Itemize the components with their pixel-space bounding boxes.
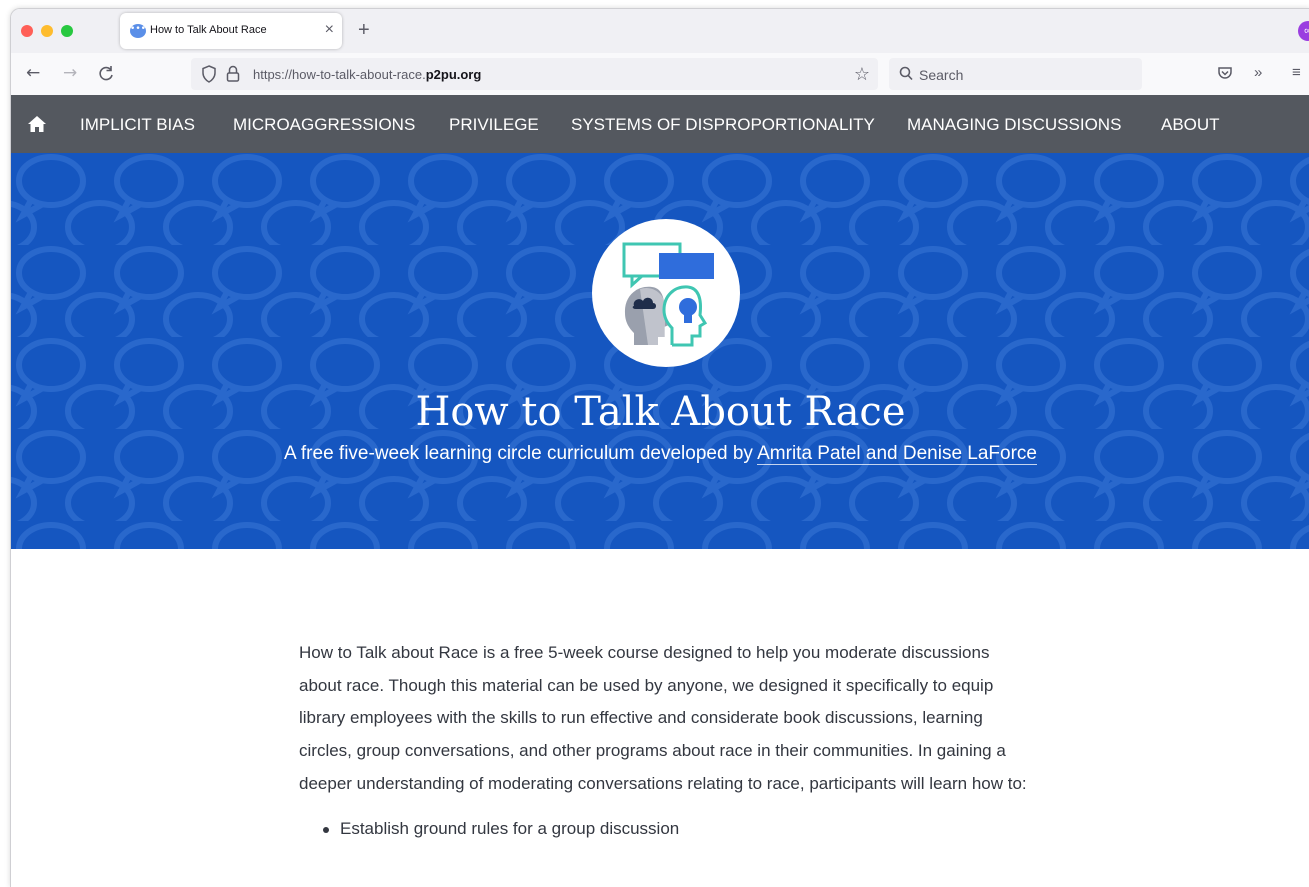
navigation-toolbar: ← → https://how-to-talk-about-race.p2pu.… [11,53,1309,96]
nav-link-implicit-bias[interactable]: IMPLICIT BIAS [80,116,195,134]
new-tab-icon[interactable]: + [358,20,370,40]
nav-link-systems-of-disproportionality[interactable]: SYSTEMS OF DISPROPORTIONALITY [571,116,875,134]
browser-window: ••• How to Talk About Race × + ∞ ← → htt… [10,8,1309,887]
page-title: How to Talk About Race [415,389,906,435]
nav-link-privilege[interactable]: PRIVILEGE [449,116,539,134]
hero-subtitle: A free five-week learning circle curricu… [284,443,1037,465]
site-navigation: IMPLICIT BIAS MICROAGGRESSIONS PRIVILEGE… [11,95,1309,153]
intro-paragraph: How to Talk about Race is a free 5-week … [299,643,1027,793]
close-tab-icon[interactable]: × [325,21,334,39]
tab-title: How to Talk About Race [150,24,267,36]
home-icon[interactable] [27,115,47,133]
hamburger-menu-icon[interactable]: ≡ [1292,63,1301,83]
authors-link[interactable]: Amrita Patel and Denise LaForce [757,443,1037,465]
main-content: How to Talk about Race is a free 5-week … [299,637,1029,845]
list-item: Establish ground rules for a group discu… [323,813,1029,846]
nav-link-microaggressions[interactable]: MICROAGGRESSIONS [233,116,415,134]
account-avatar-icon[interactable]: ∞ [1298,21,1309,41]
nav-link-about[interactable]: ABOUT [1161,116,1220,134]
overflow-chevron-icon[interactable]: » [1254,63,1262,83]
bookmark-star-icon[interactable]: ☆ [854,63,870,85]
shield-icon[interactable] [201,65,217,83]
window-close-button[interactable] [21,25,33,37]
back-arrow-icon[interactable]: ← [26,63,40,83]
search-input[interactable]: Search [919,67,963,83]
window-minimize-button[interactable] [41,25,53,37]
hero-banner: How to Talk About Race A free five-week … [11,153,1309,549]
tab-strip: ••• How to Talk About Race × + ∞ [11,9,1309,53]
forward-arrow-icon[interactable]: → [63,63,77,83]
lock-icon[interactable] [226,65,240,83]
learning-outcomes-list: Establish ground rules for a group discu… [299,813,1029,846]
address-bar[interactable]: https://how-to-talk-about-race.p2pu.org … [191,58,878,90]
nav-link-managing-discussions[interactable]: MANAGING DISCUSSIONS [907,116,1121,134]
tab-active[interactable]: ••• How to Talk About Race × [120,13,342,49]
reload-icon[interactable] [98,63,114,88]
speech-bubble-favicon-icon: ••• [130,24,146,38]
course-logo [592,219,740,367]
search-icon [899,66,913,81]
url-text[interactable]: https://how-to-talk-about-race.p2pu.org [253,67,481,82]
heads-and-speech-bubbles-icon [622,242,714,347]
pocket-icon[interactable] [1217,65,1233,81]
window-maximize-button[interactable] [61,25,73,37]
search-bar[interactable]: Search [889,58,1142,90]
bullet-icon [323,826,329,833]
